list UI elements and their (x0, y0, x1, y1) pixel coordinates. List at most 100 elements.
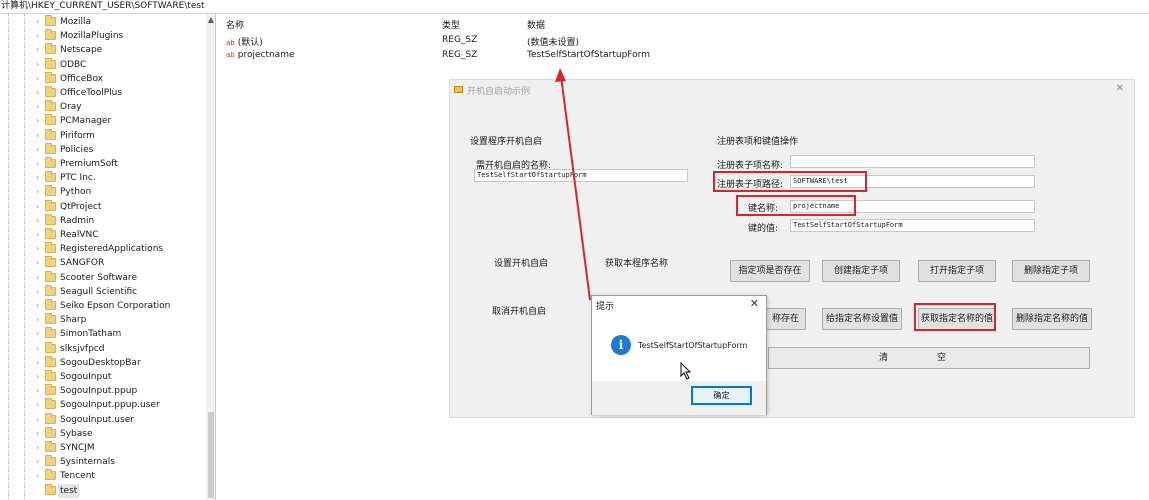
chevron-right-icon[interactable]: › (36, 370, 44, 384)
chevron-right-icon[interactable]: › (36, 15, 44, 29)
tree-item[interactable]: › PCManager (0, 114, 206, 128)
chevron-right-icon[interactable]: › (36, 228, 44, 242)
scroll-up-icon[interactable]: ▲ (206, 14, 215, 26)
open-subkey-button[interactable]: 打开指定子项 (918, 260, 996, 282)
folder-icon (45, 284, 56, 296)
tree-item[interactable]: › Seiko Epson Corporation (0, 299, 206, 313)
tree-item[interactable]: › SogouInput.ppup (0, 384, 206, 398)
tree-item[interactable]: › RegisteredApplications (0, 242, 206, 256)
tree-item[interactable]: › slksjvfpcd (0, 341, 206, 356)
tree-item[interactable]: › MozillaPlugins (0, 29, 206, 43)
chevron-right-icon[interactable]: › (36, 413, 44, 427)
folder-icon (45, 242, 56, 254)
tree-item[interactable]: › Mozilla (0, 15, 206, 29)
chevron-right-icon[interactable]: › (36, 86, 44, 100)
tree-scrollbar[interactable]: ▲ (206, 14, 215, 500)
chevron-right-icon[interactable]: › (36, 185, 44, 199)
tree-item[interactable]: test (0, 483, 206, 498)
tree-item[interactable]: › SogouInput.ppup.user (0, 398, 206, 412)
chevron-right-icon[interactable]: › (36, 72, 44, 86)
chevron-right-icon[interactable]: › (36, 384, 44, 398)
tree-item[interactable]: › Sysinternals (0, 455, 206, 469)
tree-item[interactable]: › Scooter Software (0, 270, 206, 285)
tree-item[interactable]: › SogouInput.user (0, 412, 206, 427)
tree-item[interactable]: › ODBC (0, 57, 206, 72)
chevron-right-icon[interactable]: › (36, 43, 44, 57)
chevron-right-icon[interactable]: › (36, 356, 44, 370)
chevron-right-icon[interactable]: › (36, 469, 44, 483)
tree-item[interactable]: › Radmin (0, 213, 206, 228)
tree-item[interactable]: › Piriform (0, 128, 206, 143)
chevron-right-icon[interactable]: › (36, 114, 44, 128)
cancel-autostart-button[interactable]: 取消开机自启 (492, 304, 546, 317)
chevron-right-icon[interactable]: › (36, 171, 44, 185)
clear-button[interactable]: 清 空 (768, 347, 1090, 369)
window-title: 开机自启动示例 (467, 87, 531, 97)
chevron-right-icon[interactable]: › (36, 200, 44, 214)
chevron-right-icon[interactable]: › (36, 143, 44, 157)
chevron-right-icon[interactable]: › (36, 256, 44, 270)
tree-item[interactable]: › SogouDesktopBar (0, 355, 206, 370)
tree-item[interactable]: › SogouInput (0, 370, 206, 384)
value-row[interactable]: ab (默认) (226, 35, 263, 48)
chevron-right-icon[interactable]: › (36, 214, 44, 228)
chevron-right-icon[interactable]: › (36, 100, 44, 114)
delete-value-button[interactable]: 删除指定名称的值 (1012, 308, 1092, 330)
tree-item[interactable]: › PTC Inc. (0, 171, 206, 185)
delete-subkey-button[interactable]: 删除指定子项 (1012, 260, 1090, 282)
chevron-right-icon[interactable]: › (36, 29, 44, 43)
column-header-name[interactable]: 名称 (226, 18, 244, 31)
chevron-right-icon[interactable]: › (36, 455, 44, 469)
set-autostart-button[interactable]: 设置开机自启 (494, 256, 548, 269)
ok-button[interactable]: 确定 (691, 386, 752, 405)
chevron-right-icon[interactable]: › (36, 242, 44, 256)
folder-icon (45, 43, 56, 55)
chevron-right-icon[interactable]: › (36, 441, 44, 455)
tree-item[interactable]: › Tencent (0, 469, 206, 483)
tree-item-label: Seagull Scientific (60, 286, 138, 297)
tree-item[interactable]: › SANGFOR (0, 256, 206, 270)
set-value-button[interactable]: 给指定名称设置值 (822, 308, 902, 330)
chevron-right-icon[interactable]: › (36, 342, 44, 356)
chevron-right-icon[interactable]: › (36, 129, 44, 143)
dialog-close-icon[interactable]: ✕ (750, 297, 759, 310)
chevron-right-icon[interactable]: › (36, 271, 44, 285)
address-bar[interactable]: 计算机\HKEY_CURRENT_USER\SOFTWARE\test (0, 0, 1149, 14)
window-close-icon[interactable]: ✕ (1116, 83, 1124, 94)
tree-item[interactable]: › SimonTatham (0, 327, 206, 341)
get-program-name-button[interactable]: 获取本程序名称 (605, 256, 668, 269)
chevron-right-icon[interactable]: › (36, 58, 44, 72)
tree-item[interactable]: › RealVNC (0, 228, 206, 242)
subkey-name-input[interactable] (790, 155, 1035, 168)
tree-item[interactable]: › Netscape (0, 43, 206, 57)
tree-item[interactable]: › OfficeBox (0, 71, 206, 86)
tree-item[interactable]: › Python (0, 185, 206, 199)
tree-item[interactable]: › PremiumSoft (0, 157, 206, 171)
column-header-data[interactable]: 数据 (527, 18, 545, 31)
key-value-input[interactable]: TestSelfStartOfStartupForm (790, 219, 1035, 232)
value-row[interactable]: ab projectname (226, 50, 295, 60)
chevron-right-icon[interactable]: › (36, 398, 44, 412)
create-subkey-button[interactable]: 创建指定子项 (822, 260, 900, 282)
check-subkey-exists-button[interactable]: 指定项是否存在 (730, 260, 810, 282)
tree-item-label: Radmin (60, 215, 95, 226)
tree-item[interactable]: › Policies (0, 142, 206, 157)
tree-item[interactable]: › Oray (0, 100, 206, 114)
tree-item[interactable]: › QtProject (0, 199, 206, 214)
tree-item[interactable]: › Seagull Scientific (0, 284, 206, 299)
folder-icon (45, 157, 56, 168)
chevron-right-icon[interactable]: › (36, 157, 44, 171)
chevron-right-icon[interactable]: › (36, 299, 44, 313)
tree-item[interactable]: › SYNCJM (0, 441, 206, 455)
chevron-right-icon[interactable]: › (36, 327, 44, 341)
autostart-name-input[interactable]: TestSelfStartOfStartupForm (474, 169, 688, 182)
tree-item[interactable]: › Sharp (0, 313, 206, 327)
chevron-right-icon[interactable]: › (36, 285, 44, 299)
chevron-right-icon[interactable]: › (36, 427, 44, 441)
tree-item[interactable]: › OfficeToolPlus (0, 86, 206, 100)
column-header-type[interactable]: 类型 (442, 18, 460, 31)
scrollbar-thumb[interactable] (208, 412, 214, 498)
chevron-right-icon[interactable]: › (36, 313, 44, 327)
tree-item[interactable]: › Sybase (0, 426, 206, 441)
tree-item-label: PTC Inc. (60, 173, 96, 184)
